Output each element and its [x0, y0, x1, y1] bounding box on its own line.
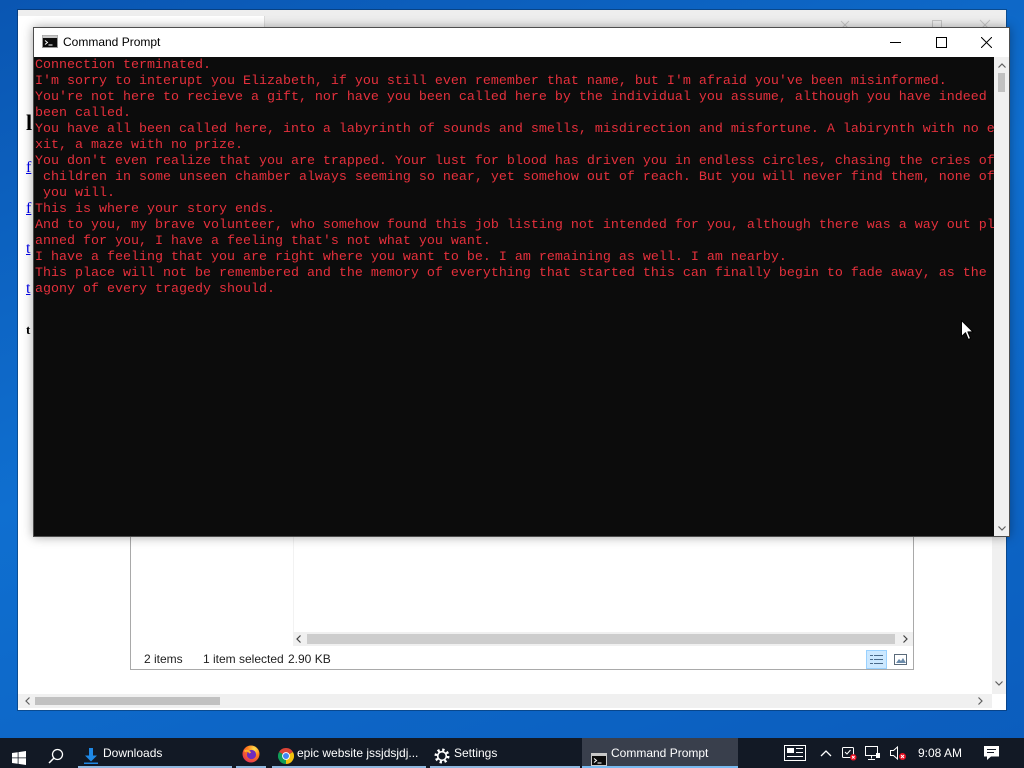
scroll-left-arrow-icon[interactable] — [293, 632, 304, 646]
minimize-icon — [889, 42, 901, 43]
taskbar: Downloads epic website jssjdsjdj... Sett… — [0, 738, 1024, 768]
show-hidden-icons-button[interactable] — [818, 738, 834, 768]
console-line: anned for you, I have a feeling that's n… — [35, 234, 491, 249]
security-tray-button[interactable] — [840, 738, 858, 768]
browser-tab[interactable] — [18, 16, 265, 27]
chevron-up-icon — [820, 750, 832, 757]
close-icon — [981, 37, 992, 48]
taskbar-app-command-prompt[interactable]: Command Prompt — [582, 738, 738, 768]
network-icon — [864, 746, 880, 760]
start-button[interactable] — [0, 738, 38, 768]
mouse-cursor-icon — [961, 320, 974, 341]
volume-muted-icon — [889, 745, 906, 761]
scroll-up-arrow-icon[interactable] — [994, 59, 1009, 71]
console-line: You have all been called here, into a la… — [35, 122, 994, 137]
scrollbar-thumb[interactable] — [998, 73, 1005, 92]
browser-horizontal-scrollbar[interactable] — [18, 694, 992, 708]
console-line: been called. — [35, 106, 131, 121]
cmd-icon — [42, 35, 58, 48]
explorer-status-bar: 2 items 1 item selected 2.90 KB — [131, 648, 913, 669]
maximize-button[interactable] — [918, 28, 964, 57]
page-heading-fragment: l — [26, 110, 33, 135]
scrollbar-thumb[interactable] — [307, 634, 895, 644]
page-text-fragment: t — [26, 322, 31, 337]
gear-icon — [434, 745, 450, 768]
firefox-icon — [242, 744, 260, 768]
details-view-button[interactable] — [866, 650, 887, 669]
taskbar-app-settings[interactable]: Settings — [430, 738, 580, 768]
large-icons-view-icon — [894, 654, 907, 665]
security-icon — [842, 747, 857, 761]
console-line: I'm sorry to interupt you Elizabeth, if … — [35, 74, 947, 89]
large-icons-view-button[interactable] — [890, 650, 911, 669]
windows-logo-icon — [12, 746, 26, 768]
scroll-right-arrow-icon[interactable] — [900, 632, 911, 646]
search-icon — [48, 745, 64, 768]
console-line: This is where your story ends. — [35, 202, 275, 217]
network-tray-button[interactable] — [863, 738, 881, 768]
console-line: And to you, my brave volunteer, who some… — [35, 218, 994, 233]
status-size: 2.90 KB — [288, 652, 331, 666]
console-line: You're not here to recieve a gift, nor h… — [35, 90, 994, 105]
page-link-fragment[interactable]: f — [26, 159, 31, 177]
command-prompt-window[interactable]: Command Prompt Connection terminated. I'… — [33, 27, 1010, 537]
taskbar-app-label: Command Prompt — [611, 746, 709, 760]
console-line: You don't even realize that you are trap… — [35, 154, 994, 169]
notification-icon — [984, 746, 999, 760]
window-title: Command Prompt — [63, 35, 161, 49]
page-link-fragment[interactable]: t — [26, 280, 30, 298]
console-line: xit, a maze with no prize. — [35, 138, 243, 153]
explorer-horizontal-scrollbar[interactable] — [293, 632, 913, 646]
taskbar-app-downloads[interactable]: Downloads — [78, 738, 232, 768]
taskbar-clock[interactable]: 9:08 AM — [912, 738, 968, 768]
action-center-button[interactable] — [982, 738, 1001, 768]
downloads-icon — [84, 745, 98, 768]
console-line: you will. — [35, 186, 115, 201]
scroll-left-arrow-icon[interactable] — [21, 694, 33, 708]
taskbar-app-firefox[interactable] — [236, 738, 266, 768]
status-item-count: 2 items — [144, 652, 183, 666]
maximize-icon — [935, 37, 947, 48]
taskbar-app-label: epic website jssjdsjdj... — [297, 746, 419, 760]
status-selection: 1 item selected — [203, 652, 284, 666]
taskbar-app-chrome[interactable]: epic website jssjdsjdj... — [272, 738, 426, 768]
scroll-down-arrow-icon[interactable] — [992, 677, 1006, 689]
console-line: agony of every tragedy should. — [35, 282, 275, 297]
search-button[interactable] — [40, 738, 72, 768]
minimize-button[interactable] — [872, 28, 918, 57]
console-vertical-scrollbar[interactable] — [994, 57, 1009, 536]
console-line: I have a feeling that you are right wher… — [35, 250, 787, 265]
scroll-right-arrow-icon[interactable] — [974, 694, 986, 708]
console-line: Connection terminated. — [35, 58, 211, 73]
news-button[interactable] — [783, 738, 807, 768]
news-icon — [784, 745, 806, 761]
taskbar-app-label: Downloads — [103, 746, 163, 760]
scroll-down-arrow-icon[interactable] — [994, 522, 1009, 534]
volume-tray-button[interactable] — [888, 738, 907, 768]
title-bar[interactable]: Command Prompt — [34, 28, 1009, 57]
chrome-icon — [277, 745, 295, 768]
details-view-icon — [870, 655, 883, 664]
close-button[interactable] — [964, 28, 1009, 57]
taskbar-app-label: Settings — [454, 746, 498, 760]
scrollbar-thumb[interactable] — [35, 697, 220, 705]
page-link-fragment[interactable]: t — [26, 240, 30, 258]
console-line: This place will not be remembered and th… — [35, 266, 994, 281]
console-output[interactable]: Connection terminated. I'm sorry to inte… — [34, 57, 994, 536]
cmd-icon — [591, 747, 607, 768]
page-link-fragment[interactable]: f — [26, 200, 31, 218]
console-line: children in some unseen chamber always s… — [35, 170, 994, 185]
